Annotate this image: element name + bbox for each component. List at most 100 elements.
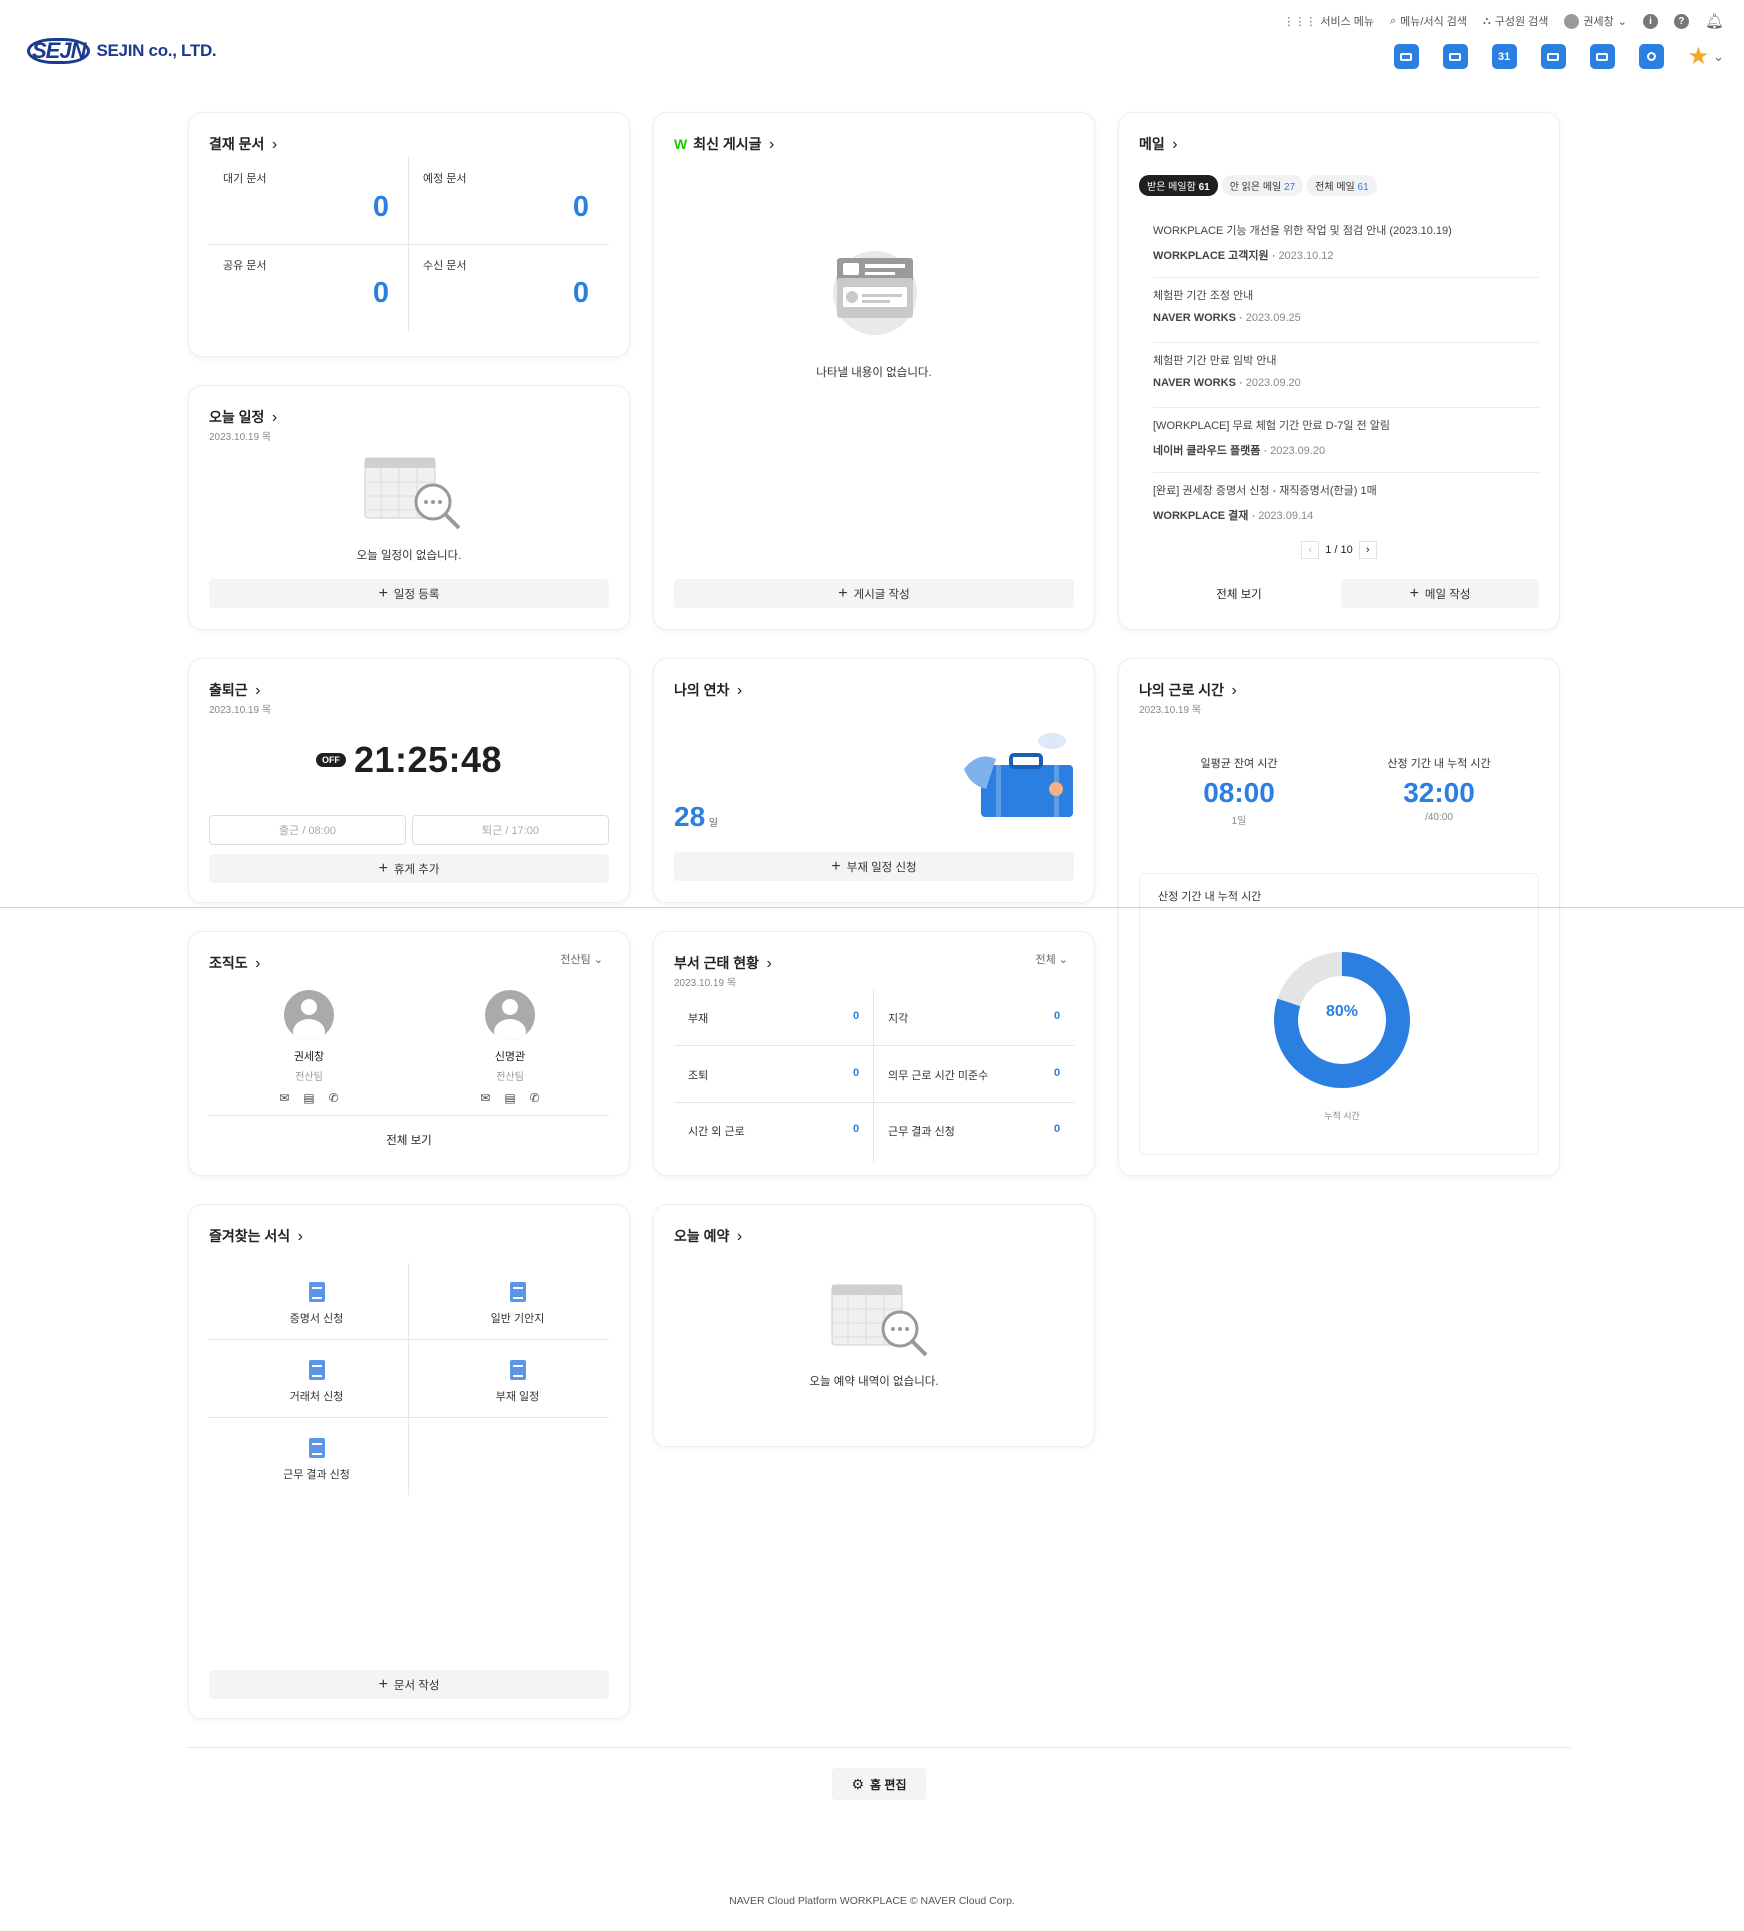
worktime-title[interactable]: 나의 근로 시간	[1139, 680, 1237, 700]
mail-icon[interactable]: ✉	[279, 1091, 289, 1105]
mail-app-icon[interactable]	[1393, 44, 1419, 69]
info-icon[interactable]: i	[1642, 13, 1658, 29]
mail-meta: WORKPLACE 고객지원 · 2023.10.12	[1153, 250, 1334, 262]
checkout-button[interactable]: 퇴근 / 17:00	[412, 815, 609, 845]
user-menu[interactable]: 권세창 ⌄	[1564, 13, 1627, 29]
team-filter-dropdown[interactable]: 전산팀 ⌄	[560, 951, 603, 967]
mail-item[interactable]: 체험판 기간 조정 안내 NAVER WORKS · 2023.09.25	[1153, 279, 1539, 343]
reservation-app-icon[interactable]	[1589, 44, 1615, 69]
divider	[209, 1339, 609, 1340]
divider	[873, 990, 874, 1162]
leave-days[interactable]: 28 일	[674, 801, 718, 833]
prev-page-button[interactable]: ‹	[1301, 541, 1320, 559]
board-app-icon[interactable]	[1442, 44, 1468, 69]
current-time: 21:25:48	[353, 739, 503, 780]
write-mail-button[interactable]: 메일 작성	[1341, 579, 1539, 608]
form-item[interactable]: 근무 결과 신청	[235, 1438, 398, 1482]
board-title[interactable]: W 최신 게시글	[674, 134, 774, 154]
search-icon: ⌕	[1389, 14, 1397, 27]
form-label: 근무 결과 신청	[283, 1469, 350, 1481]
approval-count[interactable]: 0	[573, 191, 589, 224]
mail-item[interactable]: [완료] 권세창 증명서 신청 - 재직증명서(한글) 1매 WORKPLACE …	[1153, 474, 1539, 538]
company-logo[interactable]: SEJN SEJIN co., LTD.	[27, 38, 217, 64]
schedule-title[interactable]: 오늘 일정	[209, 407, 277, 427]
approval-count[interactable]: 0	[573, 277, 589, 310]
form-item[interactable]: 일반 기안지	[436, 1282, 599, 1326]
service-menu-link[interactable]: ⋮⋮⋮ 서비스 메뉴	[1283, 13, 1374, 29]
empty-document-icon	[833, 251, 917, 335]
mail-item[interactable]: WORKPLACE 기능 개선을 위한 작업 및 점검 안내 (2023.10.…	[1153, 214, 1539, 278]
tab-unread[interactable]: 안 읽은 메일 27	[1221, 175, 1304, 196]
mail-item[interactable]: [WORKPLACE] 무료 체험 기간 만료 D-7일 전 알림 네이버 클라우…	[1153, 409, 1539, 473]
org-view-all-button[interactable]: 전체 보기	[189, 1132, 629, 1148]
dept-date: 2023.10.19 목	[674, 978, 737, 989]
dept-stat-value[interactable]: 0	[853, 1010, 859, 1022]
approval-count[interactable]: 0	[373, 277, 389, 310]
org-icon: ⛬	[1483, 14, 1491, 27]
org-person[interactable]: 신명관 전산팀 ✉ ▤ ✆	[450, 990, 570, 1105]
next-page-button[interactable]: ›	[1358, 541, 1377, 559]
message-icon[interactable]: ▤	[504, 1091, 515, 1105]
footer-text: NAVER Cloud Platform WORKPLACE © NAVER C…	[729, 1895, 1015, 1907]
write-document-button[interactable]: 문서 작성	[209, 1670, 609, 1699]
dept-stat-value[interactable]: 0	[853, 1067, 859, 1079]
bell-icon[interactable]: 🔔︎	[1705, 12, 1724, 30]
schedule-empty-text: 오늘 일정이 없습니다.	[356, 550, 462, 562]
mail-view-all-button[interactable]: 전체 보기	[1139, 579, 1339, 608]
acc-label: 산정 기간 내 누적 시간	[1387, 758, 1491, 770]
approval-title[interactable]: 결재 문서	[209, 134, 277, 154]
mail-subject: 체험판 기간 조정 안내	[1153, 290, 1254, 302]
divider	[408, 1263, 409, 1495]
mail-card: 메일 받은 메일함 61안 읽은 메일 27전체 메일 61 WORKPLACE…	[1118, 112, 1560, 630]
dept-stat-label: 조퇴	[688, 1070, 709, 1082]
calendar-app-icon[interactable]: 31	[1491, 44, 1517, 69]
board-card: W최신 게시글 나타낼 내용이 없습니다. 게시글 작성	[653, 112, 1095, 630]
form-item[interactable]: 증명서 신청	[235, 1282, 398, 1326]
mail-item[interactable]: 체험판 기간 만료 임박 안내 NAVER WORKS · 2023.09.20	[1153, 344, 1539, 408]
dept-stat-value[interactable]: 0	[1054, 1123, 1060, 1135]
dept-filter-dropdown[interactable]: 전체 ⌄	[1035, 951, 1068, 967]
phone-icon[interactable]: ✆	[530, 1091, 540, 1105]
checkin-button[interactable]: 출근 / 08:00	[209, 815, 406, 845]
avg-sub: 1일	[1231, 816, 1247, 827]
donut-percent: 80%	[1325, 1003, 1359, 1020]
notice-app-icon[interactable]	[1540, 44, 1566, 69]
org-title[interactable]: 조직도	[209, 953, 260, 973]
form-item[interactable]: 부재 일정	[436, 1360, 599, 1404]
dept-stat-value[interactable]: 0	[1054, 1067, 1060, 1079]
help-icon[interactable]: ?	[1673, 13, 1689, 29]
phone-icon[interactable]: ✆	[329, 1091, 339, 1105]
dept-stat-value[interactable]: 0	[853, 1123, 859, 1135]
attendance-title[interactable]: 출퇴근	[209, 680, 260, 700]
home-edit-button[interactable]: ⚙ 홈 편집	[832, 1768, 926, 1800]
draft-icon	[509, 1282, 526, 1302]
worktime-card: 나의 근로 시간 2023.10.19 목 일평균 잔여 시간 08:00 1일…	[1118, 658, 1560, 1176]
add-schedule-button[interactable]: 일정 등록	[209, 579, 609, 608]
form-item[interactable]: 거래처 신청	[235, 1360, 398, 1404]
dept-title[interactable]: 부서 근태 현황	[674, 953, 772, 973]
message-icon[interactable]: ▤	[303, 1091, 314, 1105]
mail-icon[interactable]: ✉	[480, 1091, 490, 1105]
reserve-title[interactable]: 오늘 예약	[674, 1226, 742, 1246]
contacts-app-icon[interactable]	[1638, 44, 1664, 69]
favorites-menu[interactable]: ★ ⌄	[1688, 44, 1724, 69]
mail-title[interactable]: 메일	[1139, 134, 1178, 154]
apply-absence-button[interactable]: 부재 일정 신청	[674, 852, 1074, 881]
menu-search-link[interactable]: ⌕ 메뉴/서식 검색	[1390, 13, 1467, 29]
tab-all-mail[interactable]: 전체 메일 61	[1307, 175, 1377, 196]
member-search-link[interactable]: ⛬ 구성원 검색	[1483, 13, 1548, 29]
form-label: 일반 기안지	[490, 1313, 545, 1325]
leave-title[interactable]: 나의 연차	[674, 680, 742, 700]
accumulated-panel: 산정 기간 내 누적 시간 80% 누적 시간	[1139, 873, 1539, 1155]
accumulated-block: 산정 기간 내 누적 시간 32:00 /40:00	[1339, 755, 1539, 823]
dept-attendance-card: 부서 근태 현황 2023.10.19 목 전체 ⌄ 부재 0 지각 0 조퇴 …	[653, 931, 1095, 1176]
avatar	[485, 990, 535, 1040]
forms-title[interactable]: 즐겨찾는 서식	[209, 1226, 303, 1246]
tab-inbox[interactable]: 받은 메일함 61	[1139, 175, 1218, 196]
mail-from: 네이버 클라우드 플랫폼	[1153, 445, 1261, 457]
add-break-button[interactable]: 휴게 추가	[209, 854, 609, 883]
org-person[interactable]: 권세창 전산팀 ✉ ▤ ✆	[249, 990, 369, 1105]
approval-count[interactable]: 0	[373, 191, 389, 224]
write-post-button[interactable]: 게시글 작성	[674, 579, 1074, 608]
dept-stat-value[interactable]: 0	[1054, 1010, 1060, 1022]
